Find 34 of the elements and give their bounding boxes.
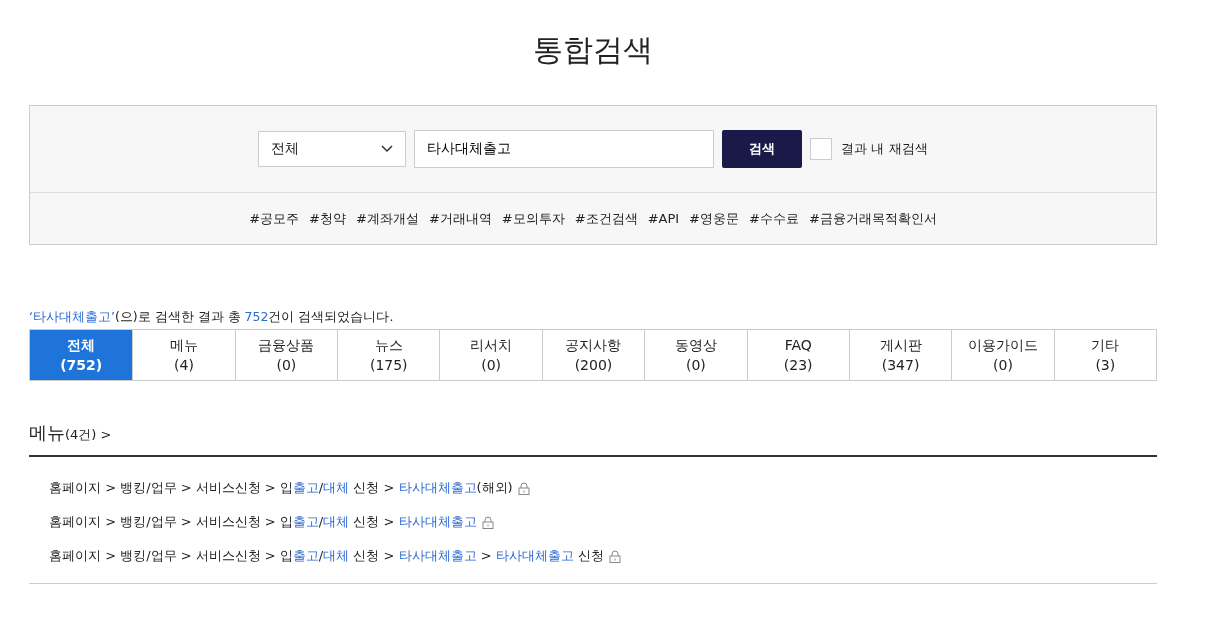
hashtag-link[interactable]: #API — [647, 211, 680, 226]
checkbox[interactable] — [810, 138, 833, 160]
hashtag-link[interactable]: #계좌개설 — [356, 209, 419, 228]
section-count-link[interactable]: (4건) > — [65, 426, 112, 444]
category-tab[interactable]: 기타 (3) — [1053, 330, 1156, 380]
page-title: 통합검색 — [532, 31, 654, 69]
category-tab[interactable]: 이용가이드 (0) — [951, 330, 1054, 380]
hashtag-link[interactable]: #거래내역 — [428, 209, 492, 228]
category-tab[interactable]: 리서치 (0) — [439, 330, 542, 380]
category-dropdown[interactable]: 전체 — [258, 131, 407, 167]
category-tab[interactable]: 동영상 (0) — [644, 330, 747, 380]
search-button[interactable]: 검색 — [722, 130, 803, 168]
hashtag-link[interactable]: #금융거래목적확인서 — [808, 209, 937, 228]
search-field[interactable]: 타사대체출고 — [414, 130, 715, 168]
hashtag-link[interactable]: #조건검색 — [574, 209, 638, 228]
hashtag-link[interactable]: #공모주 — [249, 209, 300, 228]
category-tab[interactable]: 뉴스 (175) — [337, 330, 440, 380]
menu-path-link[interactable]: 홈페이지 > 뱅킹/업무 > 서비스신청 > 입 출고/대체 신청 > 타사대체출고 — [49, 513, 477, 531]
hashtag-link[interactable]: #청약 — [309, 209, 346, 228]
menu-path-link[interactable]: 홈페이지 > 뱅킹/업무 > 서비스신청 > 입 출고/대체 신청 > 타사대체출고(해외) — [49, 479, 513, 497]
category-tab[interactable]: 금융상품 (0) — [234, 330, 338, 380]
hashtag-link[interactable]: #수수료 — [749, 209, 799, 228]
category-tab[interactable]: 전체 (752) — [30, 330, 133, 380]
category-tab[interactable]: 메뉴 (4) — [132, 330, 235, 380]
category-tab[interactable]: FAQ (23) — [746, 330, 849, 380]
result-summary: ‘타사대체출고’(으)로 검색한 결과 총 752건이 검색되었습니다. — [29, 309, 395, 326]
checkbox-label: 결과 내 재검색 — [841, 140, 928, 158]
hashtag-link[interactable]: #모의투자 — [501, 209, 565, 228]
section-title: 메뉴 — [29, 421, 65, 445]
category-tab[interactable]: 게시판 (347) — [848, 330, 952, 380]
chevron-down-icon — [381, 145, 394, 153]
hashtag-link[interactable]: #영웅문 — [689, 209, 739, 228]
category-tab[interactable]: 공지사항 (200) — [541, 330, 645, 380]
menu-path-link[interactable]: 홈페이지 > 뱅킹/업무 > 서비스신청 > 입 출고/대체 신청 > 타사대체출고 > 타사대체출고 신청 — [49, 547, 604, 565]
